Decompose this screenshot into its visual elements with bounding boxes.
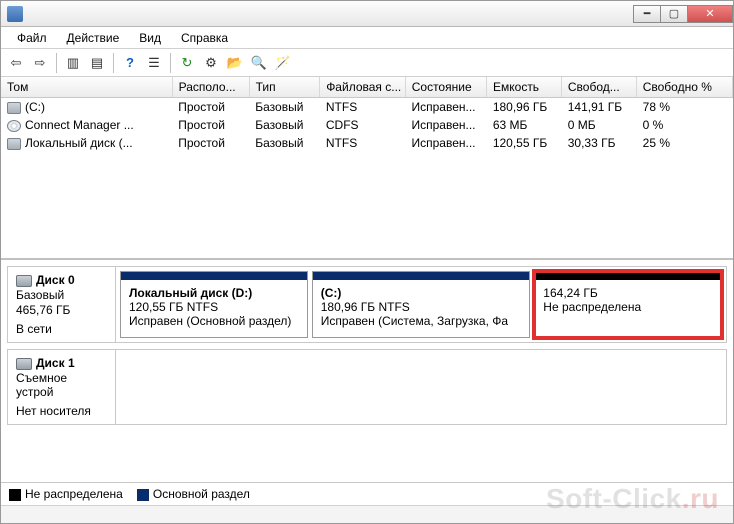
wizard-button[interactable]: 🪄 [272, 52, 294, 74]
disk-row: Диск 1Съемное устройНет носителя [7, 349, 727, 425]
disk-info: Диск 1Съемное устройНет носителя [8, 350, 116, 424]
legend-primary: Основной раздел [137, 487, 250, 501]
table-row[interactable]: Connect Manager ...ПростойБазовыйCDFSИсп… [1, 116, 733, 134]
col-fs[interactable]: Файловая с... [320, 77, 406, 98]
title-bar: ━ ▢ ✕ [1, 1, 733, 27]
forward-button[interactable]: ⇨ [29, 52, 51, 74]
partition-primary[interactable]: Локальный диск (D:)120,55 ГБ NTFSИсправе… [120, 271, 308, 338]
menu-file[interactable]: Файл [7, 29, 57, 47]
cd-icon [7, 120, 21, 132]
col-volume[interactable]: Том [1, 77, 172, 98]
minimize-button[interactable]: ━ [633, 5, 661, 23]
partition-unallocated[interactable]: 164,24 ГБНе распределена [534, 271, 722, 338]
legend-unallocated: Не распределена [9, 487, 123, 501]
menu-bar: Файл Действие Вид Справка [1, 27, 733, 49]
col-status[interactable]: Состояние [405, 77, 486, 98]
disk-info: Диск 0Базовый465,76 ГБВ сети [8, 267, 116, 342]
partitions: Локальный диск (D:)120,55 ГБ NTFSИсправе… [116, 267, 726, 342]
graphical-view: Диск 0Базовый465,76 ГБВ сетиЛокальный ди… [1, 259, 733, 437]
disk-icon [16, 275, 32, 287]
col-free[interactable]: Свобод... [561, 77, 636, 98]
menu-view[interactable]: Вид [129, 29, 171, 47]
col-freepct[interactable]: Свободно % [636, 77, 732, 98]
disk-icon [7, 102, 21, 114]
open-button[interactable]: 📂 [224, 52, 246, 74]
toolbar-separator [113, 53, 114, 73]
toolbar-separator [56, 53, 57, 73]
menu-help[interactable]: Справка [171, 29, 238, 47]
column-headers: Том Располо... Тип Файловая с... Состоян… [1, 77, 733, 98]
help-button[interactable]: ? [119, 52, 141, 74]
toolbar-separator [170, 53, 171, 73]
refresh-button[interactable]: ↻ [176, 52, 198, 74]
list-view-button[interactable]: ☰ [143, 52, 165, 74]
disk-icon [7, 138, 21, 150]
toolbar: ⇦ ⇨ ▥ ▤ ? ☰ ↻ ⚙ 📂 🔍 🪄 [1, 49, 733, 77]
disk-icon [16, 358, 32, 370]
window-buttons: ━ ▢ ✕ [634, 5, 733, 23]
close-button[interactable]: ✕ [687, 5, 733, 23]
col-capacity[interactable]: Емкость [487, 77, 562, 98]
col-type[interactable]: Тип [249, 77, 320, 98]
show-hide-tree-button[interactable]: ▥ [62, 52, 84, 74]
settings-button[interactable]: ⚙ [200, 52, 222, 74]
back-button[interactable]: ⇦ [5, 52, 27, 74]
disk-row: Диск 0Базовый465,76 ГБВ сетиЛокальный ди… [7, 266, 727, 343]
col-layout[interactable]: Располо... [172, 77, 249, 98]
table-row[interactable]: (C:)ПростойБазовыйNTFSИсправен...180,96 … [1, 98, 733, 116]
maximize-button[interactable]: ▢ [660, 5, 688, 23]
app-icon [7, 6, 23, 22]
table-row[interactable]: Локальный диск (...ПростойБазовыйNTFSИсп… [1, 134, 733, 152]
properties-button[interactable]: ▤ [86, 52, 108, 74]
no-media [116, 350, 726, 424]
volume-list: Том Располо... Тип Файловая с... Состоян… [1, 77, 733, 259]
legend: Не распределена Основной раздел [1, 482, 733, 505]
status-bar [1, 505, 733, 523]
find-button[interactable]: 🔍 [248, 52, 270, 74]
partition-primary[interactable]: (C:)180,96 ГБ NTFSИсправен (Система, Заг… [312, 271, 531, 338]
menu-action[interactable]: Действие [57, 29, 130, 47]
